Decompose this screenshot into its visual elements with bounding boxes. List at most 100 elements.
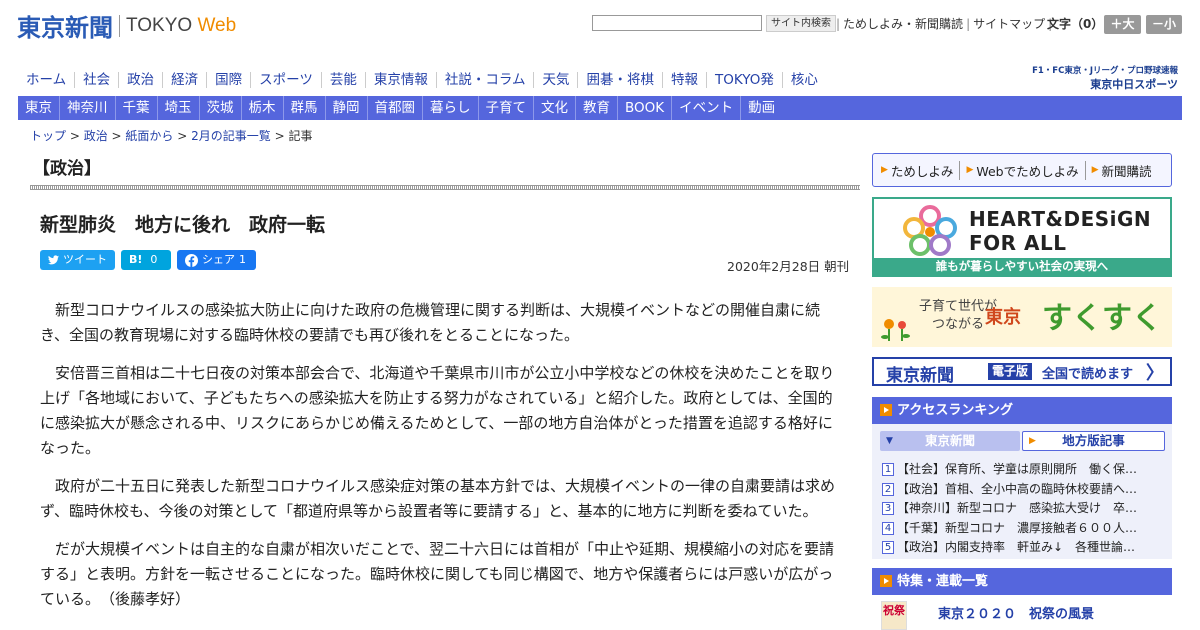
hatena-icon: B! — [129, 253, 143, 266]
nav-weather[interactable]: 天気 — [533, 72, 577, 88]
trial-read-link[interactable]: ▶ ためしよみ — [881, 161, 959, 180]
nav-economy[interactable]: 経済 — [162, 72, 206, 88]
ranking-list: 1 【社会】保育所、学童は原則開所 働く保… 2 【政治】首相、全小中高の臨時休校要… — [882, 460, 1167, 558]
arrow-right-icon: ▶ — [881, 165, 888, 175]
font-smaller-button[interactable]: －小 — [1146, 15, 1182, 34]
breadcrumb-current: 記事 — [288, 129, 313, 143]
digital-badge: 電子版 — [988, 363, 1033, 380]
arrow-right-icon: ▶ — [1091, 165, 1099, 175]
ranking-tab-tokyo[interactable]: ▼ 東京新聞 — [880, 431, 1020, 451]
feature-thumbnail[interactable]: 祝祭 — [881, 601, 907, 630]
tweet-button[interactable]: ツイート — [40, 250, 115, 270]
region-saitama[interactable]: 埼玉 — [156, 96, 199, 120]
site-logo[interactable]: 東京新聞 TOKYO Web — [17, 8, 236, 43]
nav-editorial-column[interactable]: 社説・コラム — [435, 72, 534, 88]
facebook-share-count: 1 — [239, 253, 246, 266]
chunichi-sports-link[interactable]: F1・FC東京・Jリーグ・プロ野球速報 東京中日スポーツ — [1025, 64, 1178, 92]
sitemap-link[interactable]: サイトマップ — [973, 15, 1045, 32]
logo-tokyo: TOKYO — [126, 14, 193, 36]
tokyo-sukusuku-banner[interactable]: 子育て世代が つながる 東京 すくすく — [872, 287, 1172, 347]
nav-tokyo-hatsu[interactable]: TOKYO発 — [705, 72, 782, 88]
ranking-number: 4 — [882, 521, 894, 535]
nav-go-shogi[interactable]: 囲碁・将棋 — [577, 72, 662, 88]
logo-japanese: 東京新聞 — [17, 13, 113, 42]
nav-tokyo-info[interactable]: 東京情報 — [364, 72, 436, 88]
digital-edition-banner[interactable]: 東京新聞 電子版 全国で読めます 〉 — [872, 357, 1172, 386]
trial-read-label: ためしよみ — [890, 163, 954, 179]
features-panel: 祝祭 東京２０２０ 祝祭の風景 — [872, 595, 1172, 630]
site-search-input[interactable] — [592, 15, 762, 31]
header-link-separator: | — [836, 16, 841, 31]
region-education[interactable]: 教育 — [575, 96, 617, 120]
breadcrumb-top[interactable]: トップ — [30, 129, 66, 143]
facebook-share-button[interactable]: シェア 1 — [177, 250, 256, 270]
region-nav: 東京 神奈川 千葉 埼玉 茨城 栃木 群馬 静岡 首都圏 暮らし 子育て 文化 … — [18, 96, 1182, 120]
region-parenting[interactable]: 子育て — [477, 96, 534, 120]
nav-special-report[interactable]: 特報 — [661, 72, 706, 88]
region-living[interactable]: 暮らし — [422, 96, 478, 120]
hatena-bookmark-button[interactable]: B! 0 — [121, 250, 171, 270]
ranking-item[interactable]: 3 【神奈川】新型コロナ 感染拡大受け 卒… — [882, 499, 1167, 519]
flower-logo-icon — [903, 205, 957, 256]
web-trial-read-link[interactable]: ▶ Webでためしよみ — [959, 160, 1084, 180]
breadcrumb-separator: > — [270, 129, 289, 143]
region-tokyo[interactable]: 東京 — [18, 96, 59, 120]
breadcrumb-print[interactable]: 紙面から — [125, 129, 173, 143]
region-chiba[interactable]: 千葉 — [114, 96, 157, 120]
heart-design-subtitle: FOR ALL — [969, 231, 1067, 255]
nav-sports[interactable]: スポーツ — [250, 72, 321, 88]
subscribe-link[interactable]: ためしよみ・新聞購読 — [843, 15, 963, 32]
heart-design-caption: 誰もが暮らしやすい社会の実現へ — [874, 258, 1170, 275]
ranking-item[interactable]: 1 【社会】保育所、学童は原則開所 働く保… — [882, 460, 1167, 480]
hatena-count: 0 — [150, 253, 158, 266]
ranking-panel: ▼ 東京新聞 ▶ 地方版記事 1 【社会】保育所、学童は原則開所 働く保… 2 【政治】… — [872, 424, 1172, 559]
triangle-down-icon: ▼ — [886, 436, 893, 446]
breadcrumb-politics[interactable]: 政治 — [84, 129, 108, 143]
subscribe-newspaper-link[interactable]: ▶ 新聞購読 — [1084, 160, 1158, 180]
region-shizuoka[interactable]: 静岡 — [324, 96, 367, 120]
twitter-bird-icon — [48, 255, 59, 265]
chunichi-tagline: F1・FC東京・Jリーグ・プロ野球速報 — [1032, 66, 1178, 76]
region-kanagawa[interactable]: 神奈川 — [59, 96, 115, 120]
ranking-tab-regional[interactable]: ▶ 地方版記事 — [1022, 431, 1165, 451]
facebook-share-label: シェア — [202, 253, 235, 266]
nav-international[interactable]: 国際 — [206, 72, 250, 88]
ranking-number: 5 — [882, 541, 894, 554]
region-event[interactable]: イベント — [671, 96, 740, 120]
nav-politics[interactable]: 政治 — [118, 72, 162, 88]
heart-design-banner[interactable]: HEART&DESiGN FOR ALL 誰もが暮らしやすい社会の実現へ — [872, 197, 1172, 277]
ranking-number: 3 — [882, 502, 894, 515]
article-headline: 新型肺炎 地方に後れ 政府一転 — [40, 214, 326, 236]
ranking-item[interactable]: 2 【政治】首相、全小中高の臨時休校要請へ… — [882, 480, 1167, 500]
section-divider — [30, 185, 860, 190]
font-bigger-button[interactable]: ＋大 — [1104, 15, 1141, 34]
region-book[interactable]: BOOK — [617, 96, 671, 120]
breadcrumb-separator: > — [173, 129, 192, 143]
feature-item-title[interactable]: 東京２０２０ 祝祭の風景 — [938, 603, 1094, 622]
region-video[interactable]: 動画 — [740, 96, 782, 120]
ranking-header: アクセスランキング — [872, 397, 1172, 424]
nav-kakushin[interactable]: 核心 — [781, 72, 826, 88]
tweet-label: ツイート — [63, 253, 107, 266]
digital-text: 全国で読めます — [1042, 367, 1134, 382]
breadcrumb-feb-list[interactable]: 2月の記事一覧 — [191, 129, 271, 143]
region-culture[interactable]: 文化 — [533, 96, 575, 120]
region-ibaraki[interactable]: 茨城 — [198, 96, 241, 120]
sprout-icon — [881, 319, 910, 341]
ranking-item[interactable]: 4 【千葉】新型コロナ 濃厚接触者６００人… — [882, 519, 1167, 539]
nav-society[interactable]: 社会 — [74, 72, 118, 88]
subscribe-newspaper-label: 新聞購読 — [1101, 163, 1152, 179]
article-paragraph: 安倍晋三首相は二十七日夜の対策本部会合で、北海道や千葉県市川市が公立小中学校など… — [40, 364, 835, 457]
ranking-item[interactable]: 5 【政治】内閣支持率 軒並み↓ 各種世論… — [882, 538, 1167, 558]
nav-entertainment[interactable]: 芸能 — [320, 72, 365, 88]
region-gunma[interactable]: 群馬 — [282, 96, 325, 120]
triangle-right-icon: ▶ — [1029, 436, 1036, 446]
nav-home[interactable]: ホーム — [18, 72, 74, 88]
ranking-item-text: 【政治】首相、全小中高の臨時休校要請へ… — [897, 481, 1138, 496]
region-tochigi[interactable]: 栃木 — [240, 96, 283, 120]
web-trial-read-label: Webでためしよみ — [976, 163, 1079, 179]
logo-web: Web — [197, 14, 237, 36]
logo-english: TOKYO Web — [126, 15, 236, 37]
site-search-button[interactable]: サイト内検索 — [766, 15, 836, 32]
region-shutoken[interactable]: 首都圏 — [366, 96, 423, 120]
